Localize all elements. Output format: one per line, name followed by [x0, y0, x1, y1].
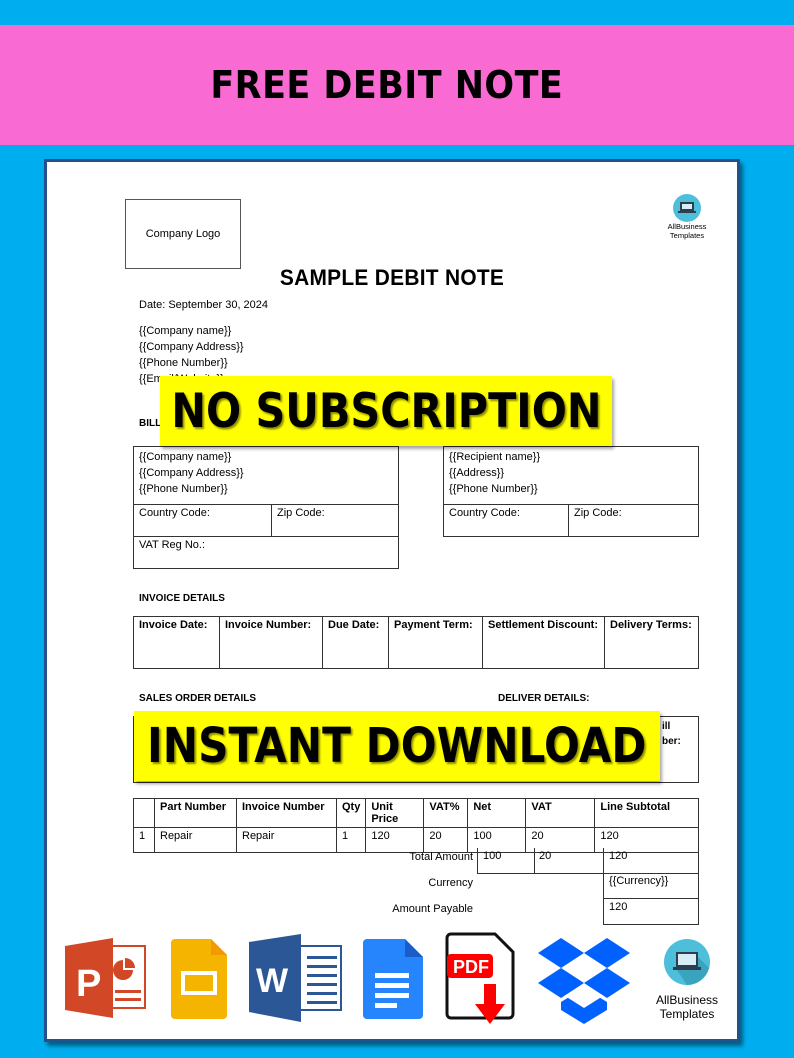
- total-amount-label: Total Amount: [409, 851, 473, 863]
- document-title: SAMPLE DEBIT NOTE: [279, 265, 505, 290]
- sales-order-label: SALES ORDER DETAILS: [139, 693, 257, 704]
- line-items-table: Part Number Invoice Number Qty Unit Pric…: [133, 798, 699, 853]
- currency-label: Currency: [428, 877, 473, 889]
- document-preview: Company Logo AllBusiness Templates SAMPL…: [44, 159, 740, 1042]
- due-date-header: Due Date:: [322, 616, 389, 669]
- allbusiness-line1: AllBusiness: [655, 993, 719, 1007]
- col-qty-header: Qty: [335, 798, 367, 828]
- partial-header-line2: ber:: [662, 736, 681, 747]
- google-docs-icon: [363, 939, 423, 1019]
- svg-text:P: P: [76, 963, 101, 1005]
- laptop-icon: [673, 194, 701, 222]
- ship-to-zip-code: Zip Code:: [568, 504, 699, 537]
- bill-to-company-address: {{Company Address}}: [139, 467, 244, 479]
- no-subscription-text: NO SUBSCRIPTION: [170, 383, 602, 439]
- ship-to-country-code: Country Code:: [443, 504, 569, 537]
- recipient-name: {{Recipient name}}: [449, 451, 541, 463]
- format-icons-row: P W PDF AllBusiness Templates: [61, 932, 731, 1032]
- currency-value: {{Currency}}: [603, 873, 699, 899]
- powerpoint-icon: P: [65, 938, 146, 1018]
- deliver-details-label: DELIVER DETAILS:: [498, 693, 590, 704]
- document-date: Date: September 30, 2024: [139, 299, 269, 311]
- laptop-circle-icon: [664, 939, 710, 985]
- bill-to-company-name: {{Company name}}: [139, 451, 232, 463]
- col-index-header: [133, 798, 155, 828]
- col-unit-price-header: Unit Price: [365, 798, 425, 828]
- no-subscription-banner: NO SUBSCRIPTION: [160, 376, 612, 446]
- totals-block: Total Amount 100 20 120 Currency {{Curre…: [133, 848, 699, 928]
- col-vat-header: VAT: [525, 798, 596, 828]
- bill-to-country-code: Country Code:: [133, 504, 272, 537]
- sales-order-partial-header: ill ber:: [662, 719, 681, 749]
- bill-to-zip-code: Zip Code:: [271, 504, 399, 537]
- brand-name-line1: AllBusiness: [667, 222, 707, 231]
- col-line-subtotal-header: Line Subtotal: [594, 798, 699, 828]
- total-net: 100: [477, 848, 535, 874]
- invoice-date-header: Invoice Date:: [133, 616, 220, 669]
- delivery-terms-header: Delivery Terms:: [604, 616, 699, 669]
- col-part-number-header: Part Number: [154, 798, 237, 828]
- pdf-label: PDF: [453, 957, 489, 977]
- col-invoice-number-header: Invoice Number: [236, 798, 337, 828]
- amount-payable-label: Amount Payable: [392, 903, 473, 915]
- company-phone: {{Phone Number}}: [139, 357, 228, 369]
- instant-download-banner: INSTANT DOWNLOAD: [134, 711, 660, 781]
- banner-title: FREE DEBIT NOTE: [210, 63, 564, 107]
- line-items-header-row: Part Number Invoice Number Qty Unit Pric…: [133, 798, 699, 828]
- total-vat: 20: [534, 848, 604, 874]
- allbusiness-templates-icon: AllBusiness Templates: [647, 938, 727, 1021]
- amount-payable-value: 120: [603, 898, 699, 925]
- partial-header-line1: ill: [662, 721, 671, 732]
- bill-to-vat-reg: VAT Reg No.:: [133, 536, 399, 569]
- word-icon: W: [249, 934, 342, 1022]
- recipient-address: {{Address}}: [449, 467, 505, 479]
- allbusiness-line2: Templates: [659, 1007, 715, 1021]
- bill-to-table: {{Company name}} {{Company Address}} {{P…: [133, 446, 399, 569]
- instant-download-text: INSTANT DOWNLOAD: [147, 718, 647, 774]
- company-address: {{Company Address}}: [139, 341, 244, 353]
- google-slides-icon: [171, 939, 227, 1019]
- col-vat-pct-header: VAT%: [423, 798, 469, 828]
- col-net-header: Net: [467, 798, 527, 828]
- bill-to-address: {{Company name}} {{Company Address}} {{P…: [133, 446, 399, 505]
- total-subtotal: 120: [603, 848, 699, 874]
- bill-to-phone: {{Phone Number}}: [139, 483, 228, 495]
- invoice-details-label: INVOICE DETAILS: [139, 593, 225, 604]
- ship-to-address: {{Recipient name}} {{Address}} {{Phone N…: [443, 446, 699, 505]
- payment-term-header: Payment Term:: [388, 616, 483, 669]
- invoice-number-header: Invoice Number:: [219, 616, 323, 669]
- company-name: {{Company name}}: [139, 325, 232, 337]
- svg-text:W: W: [256, 962, 289, 1000]
- allbusiness-brand-logo: AllBusiness Templates: [659, 194, 715, 240]
- ship-to-table: {{Recipient name}} {{Address}} {{Phone N…: [443, 446, 699, 537]
- brand-name-line2: Templates: [669, 231, 705, 240]
- pdf-download-icon: PDF: [445, 932, 515, 1024]
- company-logo-placeholder: Company Logo: [125, 199, 241, 269]
- title-banner: FREE DEBIT NOTE: [0, 25, 794, 145]
- invoice-details-table: Invoice Date: Invoice Number: Due Date: …: [133, 616, 699, 669]
- dropbox-icon: [538, 938, 630, 1024]
- recipient-phone: {{Phone Number}}: [449, 483, 538, 495]
- settlement-discount-header: Settlement Discount:: [482, 616, 605, 669]
